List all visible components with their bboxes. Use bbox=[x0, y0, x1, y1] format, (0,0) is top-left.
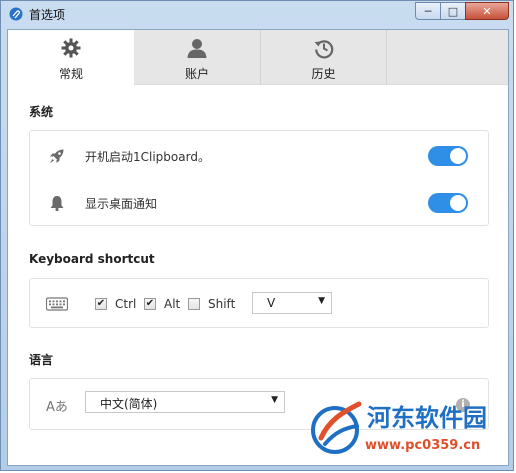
minimize-button[interactable]: ─ bbox=[415, 2, 441, 20]
tab-history[interactable]: 历史 bbox=[260, 30, 386, 84]
window-title: 首选项 bbox=[29, 8, 66, 22]
ctrl-label: Ctrl bbox=[115, 297, 137, 311]
clip-app-icon bbox=[9, 7, 23, 21]
shortcut-key-value: V bbox=[267, 296, 276, 310]
keyboard-section-title: Keyboard shortcut bbox=[29, 252, 155, 266]
system-card: 开机启动1Clipboard。 显示桌面通知 bbox=[29, 130, 489, 226]
gear-icon bbox=[61, 38, 81, 58]
shift-label: Shift bbox=[208, 297, 236, 311]
alt-checkbox[interactable]: ✔ bbox=[144, 298, 156, 310]
rocket-icon bbox=[50, 149, 64, 163]
startup-label: 开机启动1Clipboard。 bbox=[85, 150, 210, 164]
translate-icon: Aあ bbox=[46, 400, 68, 415]
bell-icon bbox=[50, 196, 64, 212]
alt-label: Alt bbox=[164, 297, 181, 311]
site-watermark: 河东软件园 www.pc0359.cn bbox=[305, 392, 515, 472]
shift-checkbox[interactable] bbox=[188, 298, 200, 310]
watermark-title: 河东软件园 bbox=[367, 403, 487, 432]
chevron-down-icon: ▼ bbox=[271, 395, 278, 405]
system-section-title: 系统 bbox=[29, 105, 54, 119]
language-section-title: 语言 bbox=[29, 353, 54, 367]
notification-toggle[interactable] bbox=[428, 193, 468, 213]
history-icon bbox=[314, 40, 333, 59]
title-bar[interactable]: 首选项 ─ □ ✕ bbox=[1, 1, 515, 29]
tab-general[interactable]: 常规 bbox=[8, 30, 134, 85]
keyboard-card: ✔ Ctrl ✔ Alt Shift V ▼ bbox=[29, 278, 489, 328]
tab-account[interactable]: 账户 bbox=[134, 30, 260, 84]
watermark-url: www.pc0359.cn bbox=[365, 438, 481, 453]
tab-label: 历史 bbox=[311, 67, 336, 81]
shortcut-key-dropdown[interactable]: V ▼ bbox=[252, 292, 332, 314]
keyboard-icon bbox=[46, 297, 68, 311]
user-icon bbox=[187, 39, 207, 58]
startup-toggle[interactable] bbox=[428, 146, 468, 166]
tab-bar: 常规 账户 历史 bbox=[8, 30, 508, 85]
chevron-down-icon: ▼ bbox=[318, 296, 325, 306]
language-value: 中文(简体) bbox=[100, 397, 158, 411]
close-button[interactable]: ✕ bbox=[465, 2, 509, 20]
ctrl-checkbox[interactable]: ✔ bbox=[95, 298, 107, 310]
language-dropdown[interactable]: 中文(简体) ▼ bbox=[85, 391, 285, 413]
notification-label: 显示桌面通知 bbox=[85, 197, 158, 211]
maximize-button[interactable]: □ bbox=[440, 2, 466, 20]
tab-label: 账户 bbox=[184, 67, 209, 81]
watermark-logo-icon bbox=[311, 401, 362, 454]
tab-bar-spacer bbox=[386, 30, 508, 84]
tab-label: 常规 bbox=[58, 67, 83, 81]
